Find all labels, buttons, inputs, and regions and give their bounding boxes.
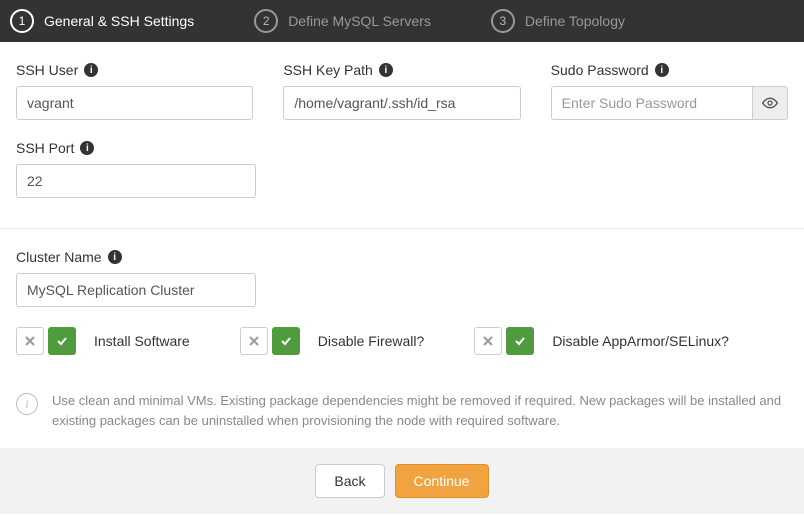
check-icon: [514, 335, 526, 347]
section-divider: [0, 228, 804, 229]
cluster-section: Cluster Name i Install Software: [0, 249, 804, 385]
cluster-name-input[interactable]: [16, 273, 256, 307]
install-software-off-button[interactable]: [16, 327, 44, 355]
note-text: Use clean and minimal VMs. Existing pack…: [52, 391, 788, 430]
cluster-name-label-text: Cluster Name: [16, 249, 102, 265]
step-3[interactable]: 3 Define Topology: [491, 9, 625, 33]
eye-icon: [762, 95, 778, 111]
sudo-password-label-text: Sudo Password: [551, 62, 649, 78]
step-1[interactable]: 1 General & SSH Settings: [10, 9, 194, 33]
sudo-password-input[interactable]: [551, 86, 753, 120]
x-icon: [25, 336, 35, 346]
form-area: SSH User i SSH Key Path i Sudo Password …: [0, 42, 804, 228]
step-2-label: Define MySQL Servers: [288, 13, 431, 29]
check-icon: [56, 335, 68, 347]
disable-apparmor-on-button[interactable]: [506, 327, 534, 355]
step-2[interactable]: 2 Define MySQL Servers: [254, 9, 431, 33]
back-button[interactable]: Back: [315, 464, 384, 498]
disable-firewall-toggle: Disable Firewall?: [240, 327, 425, 355]
install-software-toggle: Install Software: [16, 327, 190, 355]
ssh-port-label-text: SSH Port: [16, 140, 74, 156]
disable-apparmor-toggle: Disable AppArmor/SELinux?: [474, 327, 729, 355]
ssh-key-path-label: SSH Key Path i: [283, 62, 520, 78]
ssh-user-input[interactable]: [16, 86, 253, 120]
disable-firewall-on-button[interactable]: [272, 327, 300, 355]
info-icon[interactable]: i: [84, 63, 98, 77]
x-icon: [483, 336, 493, 346]
step-1-label: General & SSH Settings: [44, 13, 194, 29]
x-icon: [249, 336, 259, 346]
ssh-port-input[interactable]: [16, 164, 256, 198]
footer-bar: Back Continue: [0, 448, 804, 514]
ssh-key-path-label-text: SSH Key Path: [283, 62, 373, 78]
wizard-step-bar: 1 General & SSH Settings 2 Define MySQL …: [0, 0, 804, 42]
step-3-number: 3: [491, 9, 515, 33]
ssh-user-label-text: SSH User: [16, 62, 78, 78]
disable-firewall-label: Disable Firewall?: [318, 333, 425, 349]
step-2-number: 2: [254, 9, 278, 33]
sudo-password-label: Sudo Password i: [551, 62, 788, 78]
info-outline-icon: i: [16, 393, 38, 415]
disable-apparmor-label: Disable AppArmor/SELinux?: [552, 333, 729, 349]
info-icon[interactable]: i: [80, 141, 94, 155]
install-software-on-button[interactable]: [48, 327, 76, 355]
info-icon[interactable]: i: [379, 63, 393, 77]
info-icon[interactable]: i: [655, 63, 669, 77]
ssh-user-label: SSH User i: [16, 62, 253, 78]
ssh-key-path-input[interactable]: [283, 86, 520, 120]
continue-button[interactable]: Continue: [395, 464, 489, 498]
disable-firewall-off-button[interactable]: [240, 327, 268, 355]
step-3-label: Define Topology: [525, 13, 625, 29]
step-1-number: 1: [10, 9, 34, 33]
install-software-label: Install Software: [94, 333, 190, 349]
check-icon: [280, 335, 292, 347]
note-box: i Use clean and minimal VMs. Existing pa…: [0, 385, 804, 448]
cluster-name-label: Cluster Name i: [16, 249, 256, 265]
disable-apparmor-off-button[interactable]: [474, 327, 502, 355]
info-icon[interactable]: i: [108, 250, 122, 264]
ssh-port-label: SSH Port i: [16, 140, 256, 156]
toggle-password-visibility-button[interactable]: [753, 86, 788, 120]
